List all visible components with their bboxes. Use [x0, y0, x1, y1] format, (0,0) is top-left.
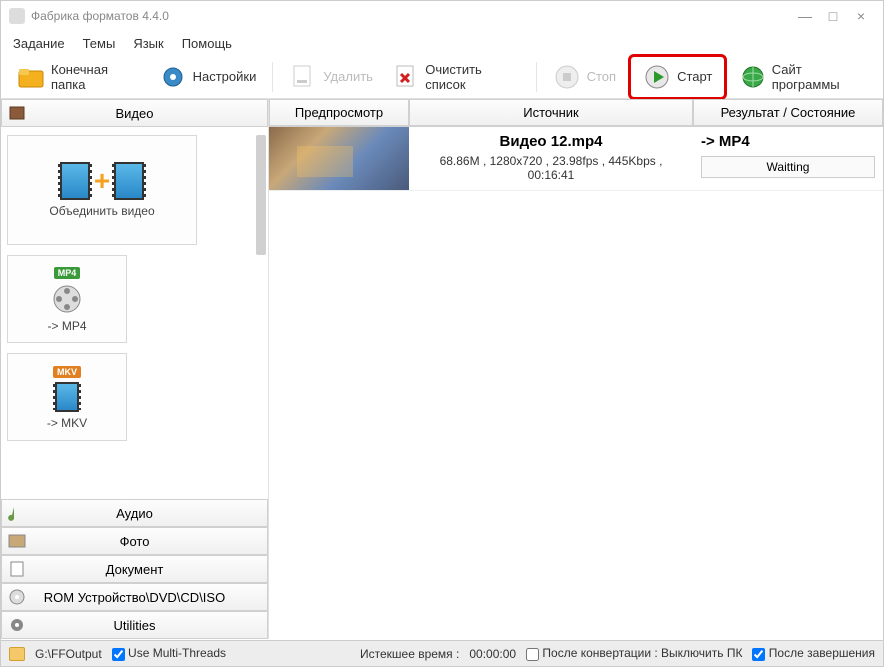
folder-icon[interactable]: [9, 647, 25, 661]
gear-icon: [159, 63, 187, 91]
photo-icon: [8, 532, 26, 550]
category-utilities[interactable]: Utilities: [1, 611, 268, 639]
gear-icon: [8, 616, 26, 634]
film-icon: [8, 104, 26, 122]
maximize-button[interactable]: □: [819, 8, 847, 24]
window-title: Фабрика форматов 4.4.0: [31, 9, 169, 23]
col-result[interactable]: Результат / Состояние: [693, 99, 883, 126]
target-format: -> MP4: [701, 133, 875, 150]
preview-thumbnail: [269, 127, 409, 190]
status-badge: Waitting: [701, 156, 875, 178]
folder-icon: [17, 63, 45, 91]
note-icon: [8, 504, 26, 522]
menu-themes[interactable]: Темы: [83, 36, 116, 51]
col-source[interactable]: Источник: [409, 99, 693, 126]
minimize-button[interactable]: —: [791, 8, 819, 24]
menubar: Задание Темы Язык Помощь: [1, 31, 883, 55]
output-folder-button[interactable]: Конечная папка: [9, 58, 147, 96]
toolbar: Конечная папка Настройки Удалить Очистит…: [1, 55, 883, 99]
multi-threads-checkbox[interactable]: Use Multi-Threads: [112, 646, 226, 660]
source-cell: Видео 12.mp4 68.86M , 1280x720 , 23.98fp…: [409, 127, 693, 190]
output-path[interactable]: G:\FFOutput: [35, 647, 102, 661]
sidebar: Видео + Объединить видео MP4 -> MP4 MKV …: [1, 99, 269, 639]
play-icon: [643, 63, 671, 91]
plus-icon: +: [94, 165, 110, 197]
delete-button[interactable]: Удалить: [281, 59, 381, 95]
tile-mkv[interactable]: MKV -> MKV: [7, 353, 127, 441]
result-cell: -> MP4 Waitting: [693, 127, 883, 190]
elapsed-value: 00:00:00: [469, 647, 516, 661]
category-video[interactable]: Видео: [1, 99, 268, 127]
stop-button[interactable]: Стоп: [545, 59, 624, 95]
titlebar: Фабрика форматов 4.4.0 — □ ×: [1, 1, 883, 31]
start-button[interactable]: Старт: [635, 59, 720, 95]
after-done-checkbox[interactable]: После завершения: [752, 646, 875, 660]
category-rom[interactable]: ROM Устройство\DVD\CD\ISO: [1, 583, 268, 611]
reel-icon: [51, 283, 83, 315]
tile-mp4[interactable]: MP4 -> MP4: [7, 255, 127, 343]
menu-lang[interactable]: Язык: [133, 36, 163, 51]
column-headers: Предпросмотр Источник Результат / Состоя…: [269, 99, 883, 127]
globe-icon: [739, 63, 765, 91]
col-preview[interactable]: Предпросмотр: [269, 99, 409, 126]
after-convert-checkbox[interactable]: После конвертации : Выключить ПК: [526, 646, 742, 660]
main-area: Видео + Объединить видео MP4 -> MP4 MKV …: [1, 99, 883, 639]
category-audio[interactable]: Аудио: [1, 499, 268, 527]
scrollbar-thumb[interactable]: [256, 135, 266, 255]
settings-button[interactable]: Настройки: [151, 59, 265, 95]
site-button[interactable]: Сайт программы: [731, 58, 875, 96]
film-icon: [60, 162, 90, 200]
elapsed-label: Истекшее время :: [360, 647, 459, 661]
menu-task[interactable]: Задание: [13, 36, 65, 51]
clear-list-button[interactable]: Очистить список: [385, 58, 528, 96]
format-panel: + Объединить видео MP4 -> MP4 MKV -> MKV: [1, 127, 268, 499]
page-x-icon: [393, 63, 419, 91]
category-photo[interactable]: Фото: [1, 527, 268, 555]
close-button[interactable]: ×: [847, 8, 875, 24]
page-minus-icon: [289, 63, 317, 91]
doc-icon: [8, 560, 26, 578]
start-highlight: Старт: [628, 54, 727, 100]
file-name: Видео 12.mp4: [419, 133, 683, 150]
statusbar: G:\FFOutput Use Multi-Threads Истекшее в…: [1, 640, 883, 666]
mkv-badge-icon: MKV: [53, 366, 81, 378]
app-icon: [9, 8, 25, 24]
disc-icon: [8, 588, 26, 606]
tile-merge-video[interactable]: + Объединить видео: [7, 135, 197, 245]
category-document[interactable]: Документ: [1, 555, 268, 583]
stop-icon: [553, 63, 581, 91]
file-meta: 68.86M , 1280x720 , 23.98fps , 445Kbps ,…: [419, 154, 683, 182]
content-area: Предпросмотр Источник Результат / Состоя…: [269, 99, 883, 639]
menu-help[interactable]: Помощь: [182, 36, 232, 51]
mp4-badge-icon: MP4: [54, 267, 81, 279]
queue-row[interactable]: Видео 12.mp4 68.86M , 1280x720 , 23.98fp…: [269, 127, 883, 191]
film-icon: [114, 162, 144, 200]
film-icon: [55, 382, 79, 412]
